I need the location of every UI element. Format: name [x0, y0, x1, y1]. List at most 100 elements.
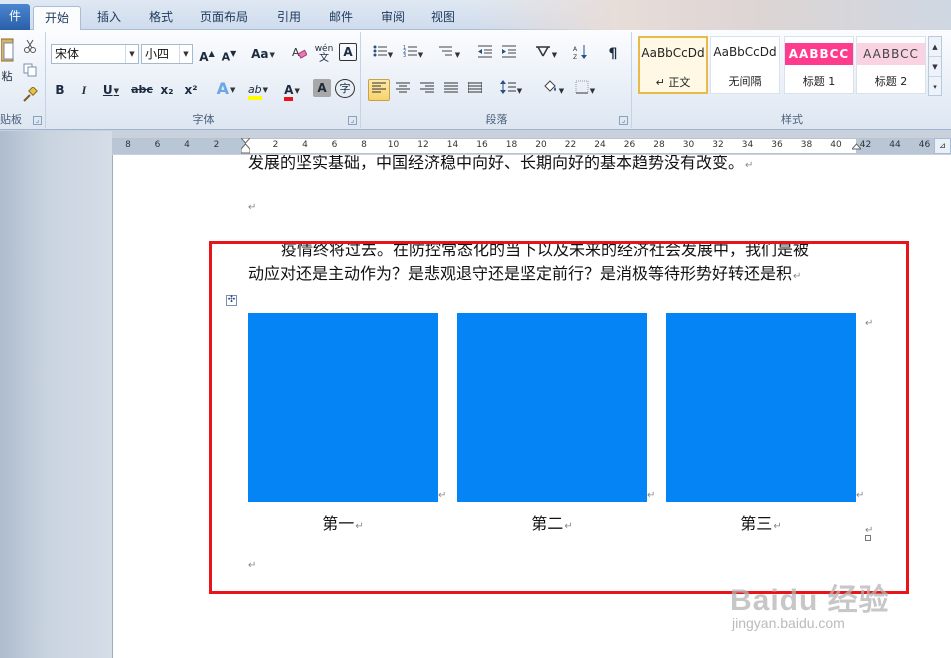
superscript-button[interactable]: x² — [181, 79, 201, 101]
format-painter-button[interactable] — [20, 86, 40, 104]
show-marks-button[interactable]: ¶ — [602, 43, 624, 65]
text-effects-button[interactable]: A▼ — [211, 78, 241, 100]
change-case-button[interactable]: Aa▼ — [247, 43, 279, 65]
chevron-down-icon[interactable]: ▼ — [125, 45, 138, 63]
chinese-layout-button[interactable]: ▼ — [530, 43, 562, 65]
distributed-button[interactable] — [464, 79, 486, 101]
clipboard-group: 粘 贴板 ⌟ — [0, 32, 46, 128]
paragraph-text: 发展的坚实基础，中国经济稳中向好、长期向好的基本趋势没有改变。 — [248, 155, 745, 172]
phonetic-guide-button[interactable]: wén 文 — [313, 43, 335, 65]
sort-button[interactable]: AZ — [570, 43, 592, 65]
highlighter-icon: ab — [247, 83, 262, 100]
subscript-button[interactable]: x₂ — [157, 79, 177, 101]
line-spacing-button[interactable]: ▼ — [496, 79, 526, 101]
copy-button[interactable] — [20, 62, 40, 80]
style-normal[interactable]: AaBbCcDd ↵ 正文 — [638, 36, 708, 94]
style-heading-1[interactable]: AABBCC 标题 1 — [784, 36, 854, 94]
highlight-button[interactable]: ab▼ — [243, 79, 273, 101]
multilevel-list-button[interactable]: ▼ — [432, 43, 466, 65]
subscript-icon: x₂ — [160, 83, 174, 97]
font-color-button[interactable]: A▼ — [277, 79, 307, 101]
ruler-tick-label: 36 — [771, 140, 783, 150]
right-indent-icon[interactable] — [852, 138, 861, 154]
distributed-icon — [467, 82, 483, 93]
shrink-font-icon: A — [221, 50, 231, 64]
ruler-tick-label: 8 — [125, 140, 131, 150]
underline-button[interactable]: U▼ — [97, 79, 125, 101]
bullets-button[interactable]: ▼ — [368, 43, 398, 65]
clear-format-button[interactable]: A — [289, 43, 309, 65]
ruler-tick-label: 2 — [213, 140, 220, 150]
tab-view[interactable]: 视图 — [422, 6, 464, 30]
ruler-tick-label: 40 — [830, 140, 842, 150]
font-dialog-launcher[interactable]: ⌟ — [348, 116, 357, 125]
increase-indent-button[interactable] — [498, 43, 520, 65]
borders-icon — [575, 80, 589, 94]
align-right-button[interactable] — [416, 79, 438, 101]
ruler-tick-label: 8 — [361, 140, 367, 150]
numbering-button[interactable]: 1 2 3 ▼ — [398, 43, 428, 65]
paste-button[interactable]: 粘 — [0, 34, 14, 86]
scissors-icon — [24, 39, 36, 53]
ruler-toggle-icon[interactable]: ⊿ — [934, 138, 951, 154]
tab-page-layout[interactable]: 页面布局 — [192, 6, 256, 30]
strikethrough-button[interactable]: abc — [129, 79, 155, 101]
shrink-font-button[interactable]: A▼ — [219, 43, 239, 65]
underline-icon: U — [102, 83, 113, 97]
char-border-button[interactable]: A — [339, 43, 357, 61]
italic-button[interactable]: I — [75, 79, 93, 101]
horizontal-ruler[interactable]: 8 6 4 2 2 4 6 8 10 12 14 16 18 20 22 24 26 28 30 32 34 36 38 40… — [112, 138, 951, 154]
superscript-icon: x² — [184, 83, 198, 97]
ruler-tick-label: 26 — [623, 140, 636, 150]
paragraph-dialog-launcher[interactable]: ⌟ — [619, 116, 628, 125]
paragraph-mark: ↵ — [248, 202, 257, 213]
font-size-combo[interactable]: 小四 ▼ — [141, 44, 193, 64]
align-center-button[interactable] — [392, 79, 414, 101]
paste-label: 粘 — [1, 70, 13, 83]
tab-references[interactable]: 引用 — [268, 6, 310, 30]
cut-button[interactable] — [20, 38, 40, 56]
gallery-more-icon[interactable]: ▾ — [929, 77, 941, 97]
ruler-tick-label: 10 — [387, 140, 400, 150]
justify-button[interactable] — [440, 79, 462, 101]
first-line-indent-icon[interactable] — [241, 138, 250, 154]
ruler-tick-label: 12 — [417, 140, 429, 150]
copy-icon — [23, 63, 37, 77]
style-name: ↵ 正文 — [655, 76, 691, 89]
char-shading-icon: A — [317, 81, 327, 95]
chevron-down-icon[interactable]: ▼ — [179, 45, 192, 63]
style-name: 无间隔 — [728, 75, 762, 88]
font-name-combo[interactable]: 宋体 ▼ — [51, 44, 139, 64]
style-no-spacing[interactable]: AaBbCcDd 无间隔 — [710, 36, 780, 94]
char-shading-button[interactable]: A — [313, 79, 331, 97]
gallery-down-icon[interactable]: ▼ — [929, 57, 941, 77]
line-spacing-icon — [499, 80, 516, 94]
style-heading-2[interactable]: AABBCC 标题 2 — [856, 36, 926, 94]
title-bar-shade — [470, 0, 951, 30]
ruler-tick-label: 34 — [741, 140, 754, 150]
enclose-char-button[interactable]: 字 — [335, 79, 355, 98]
tab-review[interactable]: 审阅 — [372, 6, 414, 30]
workspace-left-background — [0, 131, 112, 658]
borders-button[interactable]: ▼ — [570, 79, 600, 101]
char-border-icon: A — [343, 45, 353, 59]
svg-text:Z: Z — [573, 54, 577, 60]
align-left-button[interactable] — [368, 79, 390, 101]
tab-format[interactable]: 格式 — [140, 6, 182, 30]
ruler-tick-label: 20 — [535, 140, 547, 150]
grow-font-button[interactable]: A▲ — [197, 43, 217, 65]
tab-mailings[interactable]: 邮件 — [320, 6, 362, 30]
decrease-indent-button[interactable] — [474, 43, 496, 65]
svg-text:A: A — [573, 46, 578, 53]
shading-button[interactable]: ▼ — [538, 79, 568, 101]
highlight-annotation-box — [209, 241, 909, 594]
ruler-tick-label: 14 — [446, 140, 459, 150]
tab-insert[interactable]: 插入 — [88, 6, 130, 30]
gallery-up-icon[interactable]: ▲ — [929, 37, 941, 57]
clipboard-dialog-launcher[interactable]: ⌟ — [33, 116, 42, 125]
ribbon: 粘 贴板 ⌟ 宋体 ▼ 小四 ▼ A▲ A▼ Aa▼ A wén 文 A B I… — [0, 30, 951, 130]
ruler-tick-label: 22 — [564, 140, 577, 150]
bold-button[interactable]: B — [51, 79, 69, 101]
tab-home[interactable]: 开始 — [33, 6, 81, 31]
tab-file[interactable]: 件 — [0, 4, 30, 30]
